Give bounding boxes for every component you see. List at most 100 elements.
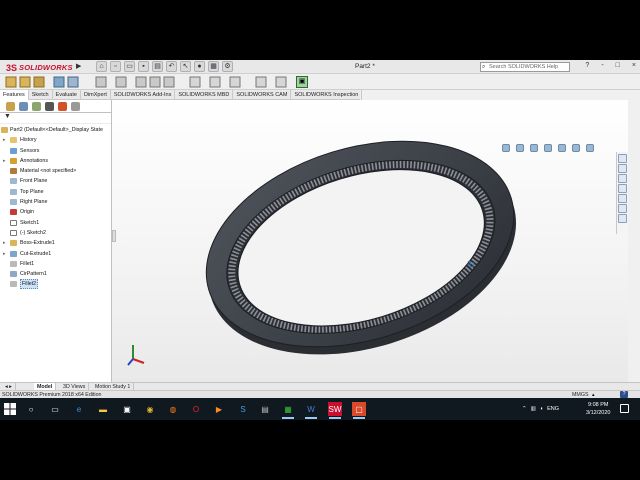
view-orientation-icon[interactable] — [544, 144, 552, 152]
wrap-icon — [189, 76, 201, 88]
solidworks-resources-icon[interactable] — [618, 154, 627, 163]
store-icon[interactable]: ▣ — [120, 402, 134, 416]
task-view-icon[interactable]: ▭ — [48, 402, 62, 416]
instant3d-toggle-icon[interactable]: ▣ — [296, 76, 308, 88]
design-library-icon[interactable] — [618, 164, 627, 173]
open-icon[interactable]: ▭ — [124, 61, 135, 72]
gear-model[interactable] — [112, 100, 628, 382]
forum-icon[interactable] — [618, 214, 627, 223]
media-player-icon[interactable]: ▶ — [212, 402, 226, 416]
tree-item-sketch2[interactable]: (-) Sketch2 — [0, 228, 111, 238]
tab-evaluate[interactable]: Evaluate — [53, 90, 81, 100]
appearances-icon[interactable] — [618, 194, 627, 203]
expand-icon[interactable]: ▸ — [3, 238, 6, 248]
notifications-icon[interactable] — [620, 404, 629, 413]
filter-icon[interactable]: ▼ — [0, 113, 111, 124]
panel-splitter-handle[interactable] — [112, 230, 116, 242]
select-icon[interactable]: ↖ — [180, 61, 191, 72]
custom-properties-icon[interactable] — [618, 204, 627, 213]
firefox-icon[interactable]: ◍ — [166, 402, 180, 416]
windows-start-icon[interactable] — [4, 403, 16, 415]
tree-item-top-plane[interactable]: Top Plane — [0, 187, 111, 197]
solidworks-icon[interactable]: SW — [328, 402, 342, 419]
minimize-button[interactable]: - — [601, 62, 603, 69]
solidworks-logo[interactable]: 3S SOLIDWORKS — [6, 62, 73, 73]
scene-icon[interactable] — [586, 144, 594, 152]
expand-icon[interactable]: ▸ — [3, 135, 6, 145]
feature-tree: Part2 (Default<<Default>_Display State ▸… — [0, 124, 111, 290]
tree-root[interactable]: Part2 (Default<<Default>_Display State — [0, 125, 111, 135]
section-view-icon[interactable] — [530, 144, 538, 152]
camtasia-icon[interactable]: ▦ — [281, 402, 295, 419]
tree-item-origin[interactable]: Origin — [0, 207, 111, 217]
hole-wizard-icon — [67, 76, 79, 88]
file-explorer-icon[interactable]: ▬ — [96, 402, 110, 416]
tree-item-sensors[interactable]: Sensors — [0, 146, 111, 156]
zoom-area-icon[interactable] — [516, 144, 524, 152]
rebuild-icon[interactable]: ● — [194, 61, 205, 72]
configuration-manager-tab-icon[interactable] — [32, 101, 41, 111]
options-gear-icon[interactable]: ⚙ — [222, 61, 233, 72]
photos-icon[interactable]: ▤ — [258, 402, 272, 416]
save-icon[interactable]: ▪ — [138, 61, 149, 72]
tab-mbd[interactable]: SOLIDWORKS MBD — [175, 90, 234, 100]
clock[interactable]: 9:08 PM 3/12/2020 — [586, 401, 610, 417]
zoom-to-fit-icon[interactable] — [502, 144, 510, 152]
tree-item-sketch1[interactable]: Sketch1 — [0, 218, 111, 228]
tree-item-cirpattern1[interactable]: CirPattern1 — [0, 269, 111, 279]
opera-icon[interactable]: O — [189, 402, 203, 416]
recorder-icon[interactable]: ▢ — [352, 402, 366, 419]
chrome-icon[interactable]: ◉ — [143, 402, 157, 416]
tab-inspection[interactable]: SOLIDWORKS Inspection — [291, 90, 363, 100]
coordinate-triad-icon — [127, 345, 145, 366]
tab-cam[interactable]: SOLIDWORKS CAM — [233, 90, 292, 100]
chevron-up-icon[interactable]: ⌃ — [522, 406, 527, 412]
view-palette-icon[interactable] — [618, 184, 627, 193]
expand-icon[interactable]: ▸ — [3, 156, 6, 166]
tab-add-ins[interactable]: SOLIDWORKS Add-Ins — [111, 90, 176, 100]
print-icon[interactable]: ▤ — [152, 61, 163, 72]
tab-features[interactable]: Features — [0, 90, 29, 100]
tree-item-material[interactable]: Material <not specified> — [0, 166, 111, 176]
tab-sketch[interactable]: Sketch — [29, 90, 53, 100]
tree-item-annotations[interactable]: ▸ Annotations — [0, 156, 111, 166]
graphics-area[interactable]: ↻ — [112, 100, 628, 382]
tab-dimxpert[interactable]: DimXpert — [81, 90, 111, 100]
expand-icon[interactable]: ▸ — [3, 249, 6, 259]
edge-icon[interactable]: e — [72, 402, 86, 416]
tree-item-boss-extrude1[interactable]: ▸ Boss-Extrude1 — [0, 238, 111, 248]
skype-icon[interactable]: S — [236, 402, 250, 416]
more-tabs-icon[interactable] — [71, 101, 80, 111]
help-icon[interactable]: ? — [620, 391, 628, 398]
display-style-icon[interactable] — [558, 144, 566, 152]
search-icon[interactable]: ○ — [24, 402, 38, 416]
tree-item-fillet2[interactable]: Fillet2 — [0, 279, 111, 290]
volume-icon[interactable]: ◖ — [540, 406, 543, 412]
file-explorer-icon[interactable] — [618, 174, 627, 183]
feature-manager-tab-icon[interactable] — [6, 101, 15, 111]
tree-item-cut-extrude1[interactable]: ▸ Cut-Extrude1 — [0, 249, 111, 259]
help-search-input[interactable]: ⌕ Search SOLIDWORKS Help — [480, 62, 570, 72]
maximize-button[interactable]: □ — [616, 62, 620, 69]
display-manager-tab-icon[interactable] — [58, 101, 67, 111]
network-icon[interactable]: ▥ — [531, 406, 536, 412]
tree-item-history[interactable]: ▸ History — [0, 135, 111, 145]
appearance-icon[interactable] — [572, 144, 580, 152]
new-document-icon[interactable]: ▫ — [110, 61, 121, 72]
dimxpert-manager-tab-icon[interactable] — [45, 101, 54, 111]
help-button[interactable]: ? — [585, 62, 589, 69]
file-properties-icon[interactable]: ▦ — [208, 61, 219, 72]
word-icon[interactable]: W — [304, 402, 318, 419]
tree-item-front-plane[interactable]: Front Plane — [0, 176, 111, 186]
home-icon[interactable]: ⌂ — [96, 61, 107, 72]
material-icon — [10, 168, 17, 175]
draft-icon — [149, 76, 161, 88]
tree-item-fillet1[interactable]: Fillet1 — [0, 259, 111, 269]
property-manager-tab-icon[interactable] — [19, 101, 28, 111]
language-indicator[interactable]: ENG — [547, 406, 559, 412]
menu-expand-icon[interactable]: ▶ — [76, 62, 81, 70]
close-button[interactable]: × — [632, 62, 636, 69]
logo-text: SOLIDWORKS — [19, 63, 73, 72]
tree-item-right-plane[interactable]: Right Plane — [0, 197, 111, 207]
undo-icon[interactable]: ↶ — [166, 61, 177, 72]
